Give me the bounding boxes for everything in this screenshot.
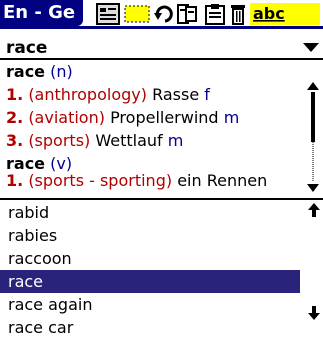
translation: Rasse	[152, 85, 200, 104]
language-pair-button[interactable]: En - Ge	[0, 0, 83, 26]
list-item[interactable]: raccoon	[0, 247, 300, 270]
highlight-icon[interactable]	[124, 3, 150, 25]
scroll-up-arrow-icon[interactable]	[307, 82, 319, 90]
scroll-thumb[interactable]	[311, 92, 315, 142]
phrasebook-icon[interactable]	[176, 3, 198, 25]
undo-icon[interactable]	[153, 3, 173, 25]
list-item[interactable]: race car	[0, 316, 300, 339]
trash-icon[interactable]	[230, 3, 246, 25]
sense-number: 1.	[6, 171, 24, 190]
scroll-down-arrow-icon[interactable]	[307, 184, 319, 192]
list-item[interactable]: rabies	[0, 224, 300, 247]
svg-text:abc: abc	[253, 4, 285, 23]
pane-separator	[0, 198, 323, 200]
field-label: (sports)	[28, 131, 91, 150]
list-item-selected[interactable]: race	[0, 270, 300, 293]
translation: ein Rennen	[177, 171, 268, 190]
title-underline	[0, 26, 323, 29]
list-scroll-down-icon[interactable]	[308, 306, 320, 320]
sense: 1. (anthropology) Rasse f	[6, 83, 302, 106]
headword: race	[6, 62, 46, 81]
field-label: (aviation)	[28, 108, 105, 127]
details-icon[interactable]	[96, 3, 120, 25]
sense-number: 2.	[6, 108, 24, 127]
translation: Propellerwind	[110, 108, 219, 127]
search-field[interactable]: race	[0, 36, 323, 58]
gender: f	[204, 85, 210, 104]
definition-scrollbar[interactable]	[306, 82, 320, 192]
list-item[interactable]: race again	[0, 293, 300, 316]
sense: 3. (sports) Wettlauf m	[6, 129, 302, 152]
word-list[interactable]: rabid rabies raccoon race race again rac…	[0, 201, 300, 339]
gender: m	[167, 131, 184, 150]
abc-keyboard-icon[interactable]: abc	[250, 3, 320, 25]
list-scroll-up-icon[interactable]	[308, 203, 320, 217]
definition-pane: race (n) 1. (anthropology) Rasse f 2. (a…	[6, 60, 302, 198]
entry-header: race (n)	[6, 60, 302, 83]
sense-number: 1.	[6, 85, 24, 104]
list-item[interactable]: rabid	[0, 201, 300, 224]
gender: m	[223, 108, 240, 127]
translation: Wettlauf	[95, 131, 163, 150]
clipboard-icon[interactable]	[204, 3, 226, 25]
sense: 2. (aviation) Propellerwind m	[6, 106, 302, 129]
chevron-down-icon[interactable]	[303, 43, 319, 52]
field-label: (sports - sporting)	[28, 171, 173, 190]
search-query[interactable]: race	[6, 38, 47, 58]
sense-number: 3.	[6, 131, 24, 150]
part-of-speech: (n)	[50, 62, 73, 81]
title-bar: En - Ge abc	[0, 0, 323, 30]
sense: 1. (sports - sporting) ein Rennen	[6, 169, 302, 192]
field-label: (anthropology)	[28, 85, 147, 104]
